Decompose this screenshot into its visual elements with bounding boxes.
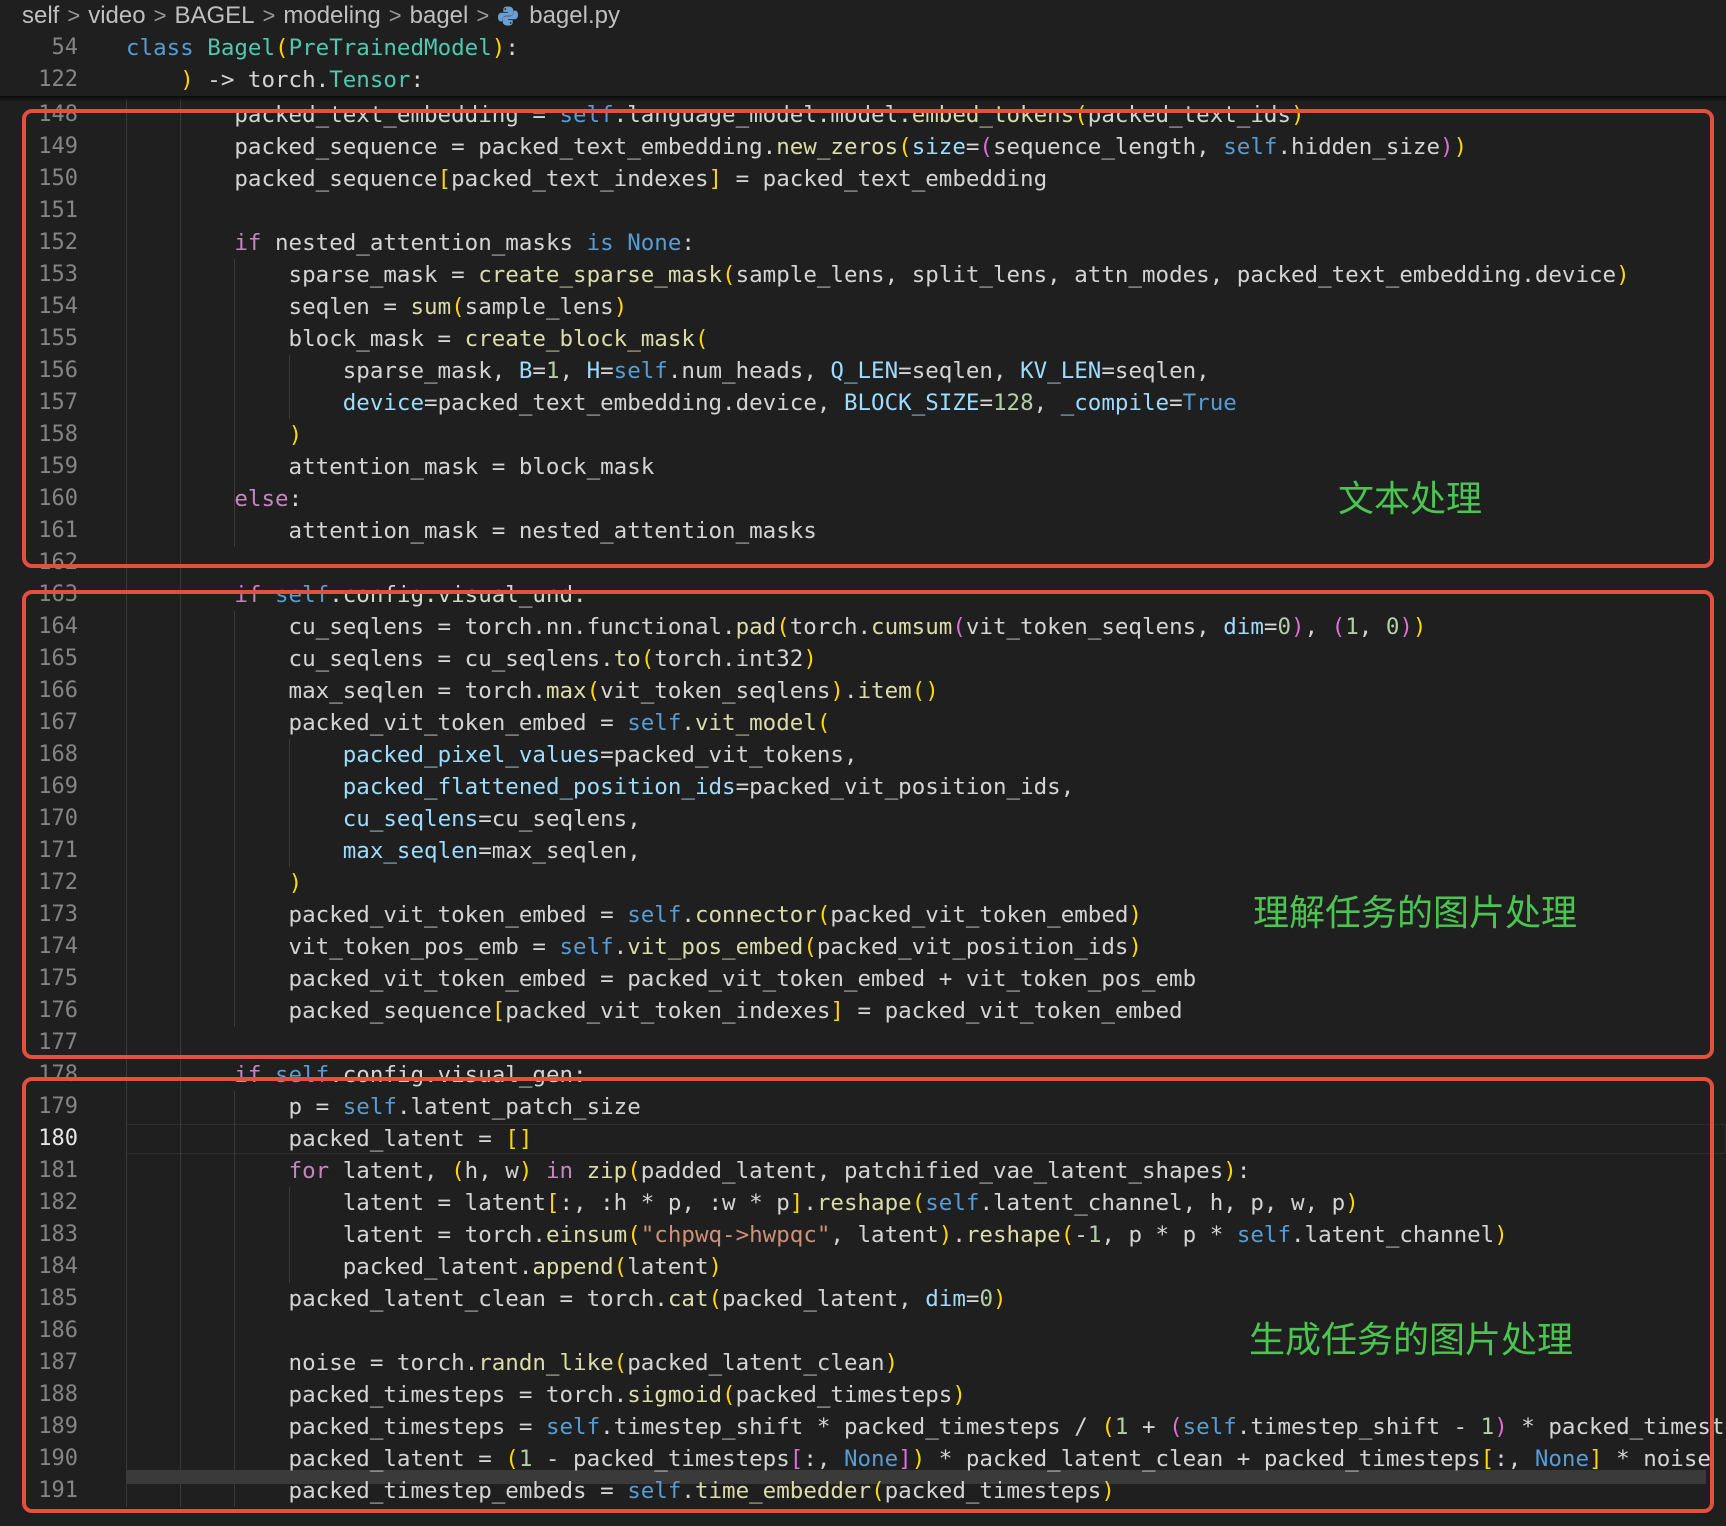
python-file-icon bbox=[498, 6, 519, 26]
breadcrumb-separator: > bbox=[67, 3, 81, 28]
line-number: 122 bbox=[38, 67, 78, 92]
line-number: 54 bbox=[51, 35, 79, 60]
annotation-understanding-image-processing: 理解任务的图片处理 bbox=[1253, 893, 1578, 934]
line-text: ) -> torch.Tensor: bbox=[180, 67, 425, 93]
breadcrumb-item-bagel[interactable]: bagel bbox=[410, 2, 469, 30]
breadcrumb-separator: > bbox=[476, 3, 490, 28]
understanding-image-processing-box bbox=[22, 590, 1714, 1059]
annotation-text-processing: 文本处理 bbox=[1338, 479, 1483, 520]
breadcrumb-item-video[interactable]: video bbox=[88, 2, 145, 30]
breadcrumb-item-self[interactable]: self bbox=[22, 2, 59, 30]
sticky-scroll-line[interactable]: 54 class Bagel(PreTrainedModel): bbox=[0, 32, 1726, 64]
breadcrumb-separator: > bbox=[262, 3, 276, 28]
breadcrumb-separator: > bbox=[153, 3, 167, 28]
sticky-scroll-shadow bbox=[0, 96, 1726, 102]
breadcrumb: self > video > BAGEL > modeling > bagel … bbox=[0, 0, 1726, 32]
line-text: class Bagel(PreTrainedModel): bbox=[126, 35, 519, 61]
sticky-scroll-line[interactable]: 122 ) -> torch.Tensor: bbox=[0, 64, 1726, 96]
breadcrumb-item-modeling[interactable]: modeling bbox=[283, 2, 380, 30]
generation-image-processing-box bbox=[22, 1077, 1714, 1513]
annotation-generation-image-processing: 生成任务的图片处理 bbox=[1249, 1320, 1574, 1361]
breadcrumb-item-file[interactable]: bagel.py bbox=[529, 2, 620, 30]
editor-window: self > video > BAGEL > modeling > bagel … bbox=[0, 0, 1726, 1526]
breadcrumb-separator: > bbox=[388, 3, 402, 28]
breadcrumb-item-bagel-folder[interactable]: BAGEL bbox=[174, 2, 254, 30]
